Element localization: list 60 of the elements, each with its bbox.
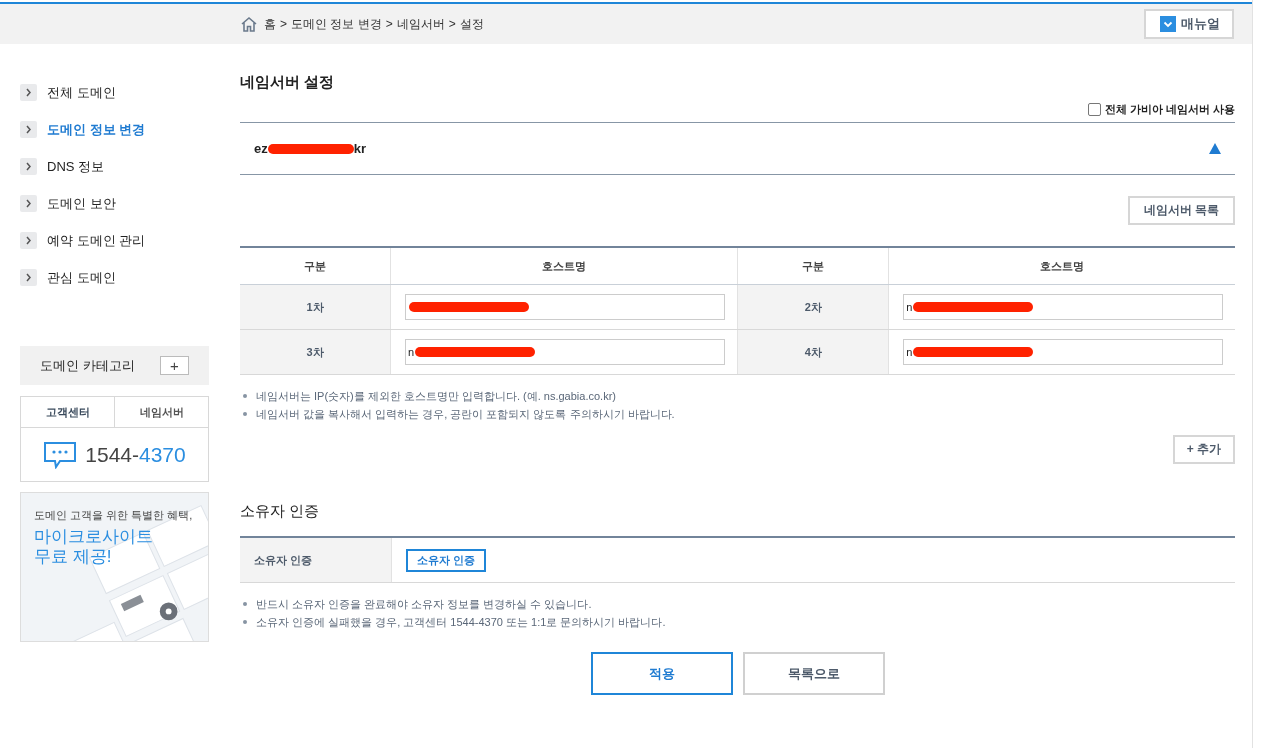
sidebar-item[interactable]: 관심 도메인 — [47, 268, 116, 287]
hostname-field[interactable]: n — [903, 294, 1223, 320]
hostname-field[interactable] — [405, 294, 726, 320]
manual-button[interactable]: 매뉴얼 — [1144, 9, 1234, 39]
breadcrumb-link[interactable]: 네임서버 — [396, 15, 445, 33]
breadcrumb-link[interactable]: 설정 — [459, 15, 484, 33]
support-tab[interactable]: 네임서버 — [114, 397, 208, 427]
row-label: 4차 — [737, 329, 889, 375]
category-label: 도메인 카테고리 — [40, 356, 135, 375]
hostname-field[interactable]: n — [405, 339, 726, 365]
column-header: 구분 — [737, 247, 889, 285]
promo-banner[interactable]: 도메인 고객을 위한 특별한 혜택, 마이크로사이트 무료 제공! — [20, 492, 209, 642]
breadcrumb-link[interactable]: 도메인 정보 변경 — [291, 15, 382, 33]
sidebar-item[interactable]: 도메인 보안 — [47, 194, 116, 213]
note-text: 네임서버는 IP(숫자)를 제외한 호스트명만 입력합니다. (예. ns.gabia.co.kr) — [256, 388, 616, 404]
owner-verify-button[interactable]: 소유자 인증 — [406, 548, 487, 572]
apply-button[interactable]: 적용 — [590, 652, 733, 695]
chevron-right-icon — [20, 232, 37, 249]
banner-subtitle: 도메인 고객을 위한 특별한 혜택, — [34, 508, 194, 523]
section-title: 네임서버 설정 — [240, 73, 336, 92]
banner-headline: 무료 제공! — [34, 547, 113, 567]
sidebar-item[interactable]: 도메인 정보 변경 — [47, 120, 146, 139]
collapse-toggle-icon[interactable] — [1209, 143, 1221, 154]
chevron-right-icon — [20, 121, 37, 138]
row-label: 소유자 인증 — [240, 537, 392, 583]
breadcrumb-separator: > — [448, 17, 456, 31]
chevron-down-icon — [1160, 16, 1176, 32]
note-text: 반드시 소유자 인증을 완료해야 소유자 정보를 변경하실 수 있습니다. — [256, 596, 592, 612]
breadcrumb-link[interactable]: 홈 — [264, 15, 276, 33]
hostname-field[interactable]: n — [903, 339, 1223, 365]
chat-bubble-icon — [43, 440, 78, 469]
sidebar-item[interactable]: 전체 도메인 — [47, 83, 116, 102]
chevron-right-icon — [20, 84, 37, 101]
note-text: 네임서버 값을 복사해서 입력하는 경우, 공란이 포함되지 않도록 주의하시기 바랍니다. — [256, 406, 675, 422]
home-icon[interactable] — [240, 16, 258, 32]
add-button[interactable]: + 추가 — [1172, 435, 1235, 464]
column-header: 구분 — [240, 247, 391, 285]
banner-headline: 마이크로사이트 — [34, 527, 154, 547]
sidebar-item[interactable]: 예약 도메인 관리 — [47, 231, 146, 250]
support-tab[interactable]: 고객센터 — [21, 397, 114, 427]
phone-number: 1544-4370 — [85, 442, 186, 467]
column-header: 호스트명 — [888, 247, 1235, 285]
sidebar-item[interactable]: DNS 정보 — [47, 157, 105, 176]
breadcrumb-separator: > — [280, 17, 287, 31]
chevron-right-icon — [20, 195, 37, 212]
column-header: 호스트명 — [390, 247, 738, 285]
chevron-right-icon — [20, 158, 37, 175]
back-to-list-button[interactable]: 목록으로 — [742, 652, 885, 695]
checkbox-label: 전체 가비아 네임서버 사용 — [1104, 101, 1235, 117]
chevron-right-icon — [20, 269, 37, 286]
note-text: 소유자 인증에 실패했을 경우, 고객센터 1544-4370 또는 1:1로 문의하시기 바랍니다. — [256, 614, 666, 630]
row-label: 3차 — [240, 329, 391, 375]
nameserver-list-button[interactable]: 네임서버 목록 — [1127, 196, 1235, 225]
checkbox[interactable] — [1087, 102, 1101, 116]
row-label: 2차 — [737, 284, 889, 330]
row-label: 1차 — [240, 284, 391, 330]
section-title: 소유자 인증 — [240, 502, 321, 521]
domain-name: ez kr — [254, 141, 367, 156]
breadcrumb-separator: > — [385, 17, 393, 31]
add-category-button[interactable]: + — [160, 356, 189, 375]
